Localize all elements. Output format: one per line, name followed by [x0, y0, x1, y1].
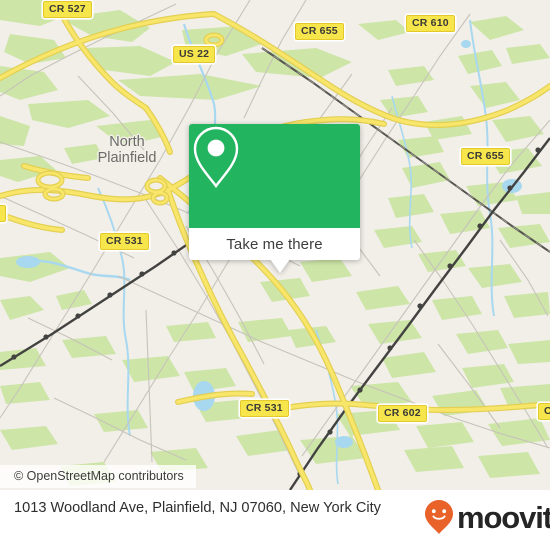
popup-action-panel[interactable]: Take me there	[189, 228, 360, 260]
road-shield-cr-527[interactable]: CR 527	[43, 1, 92, 19]
map-pin-icon	[193, 126, 239, 189]
popup-pin-panel	[189, 124, 360, 228]
road-shield-us-22-clipped[interactable]: 2	[0, 205, 7, 223]
osm-attribution[interactable]: © OpenStreetMap contributors	[0, 465, 196, 488]
moovit-pin-icon	[425, 500, 453, 534]
moovit-wordmark: moovit	[457, 499, 550, 535]
take-me-there-label: Take me there	[226, 235, 323, 253]
road-shield-cr-602[interactable]: CR 602	[378, 405, 427, 423]
road-shield-cr-531-bottom[interactable]: CR 531	[240, 400, 289, 418]
location-popup[interactable]: Take me there	[189, 124, 360, 273]
map-canvas[interactable]: North Plainfield CR 527 CR 655 CR 610 US…	[0, 0, 550, 490]
road-shield-cr-655-right[interactable]: CR 655	[461, 148, 510, 166]
address-text: 1013 Woodland Ave, Plainfield, NJ 07060,…	[14, 500, 381, 516]
map-screenshot: North Plainfield CR 527 CR 655 CR 610 US…	[0, 0, 550, 550]
road-shield-cr-clipped-right[interactable]: C	[538, 403, 550, 421]
road-shield-cr-655-top[interactable]: CR 655	[295, 23, 344, 41]
road-shield-cr-610[interactable]: CR 610	[406, 15, 455, 33]
popup-tail	[270, 259, 290, 273]
moovit-logo[interactable]: moovit	[424, 499, 550, 535]
place-label-north-plainfield: North Plainfield	[97, 134, 157, 166]
road-shield-us-22[interactable]: US 22	[173, 46, 216, 64]
road-shield-cr-531-mid[interactable]: CR 531	[100, 233, 149, 251]
